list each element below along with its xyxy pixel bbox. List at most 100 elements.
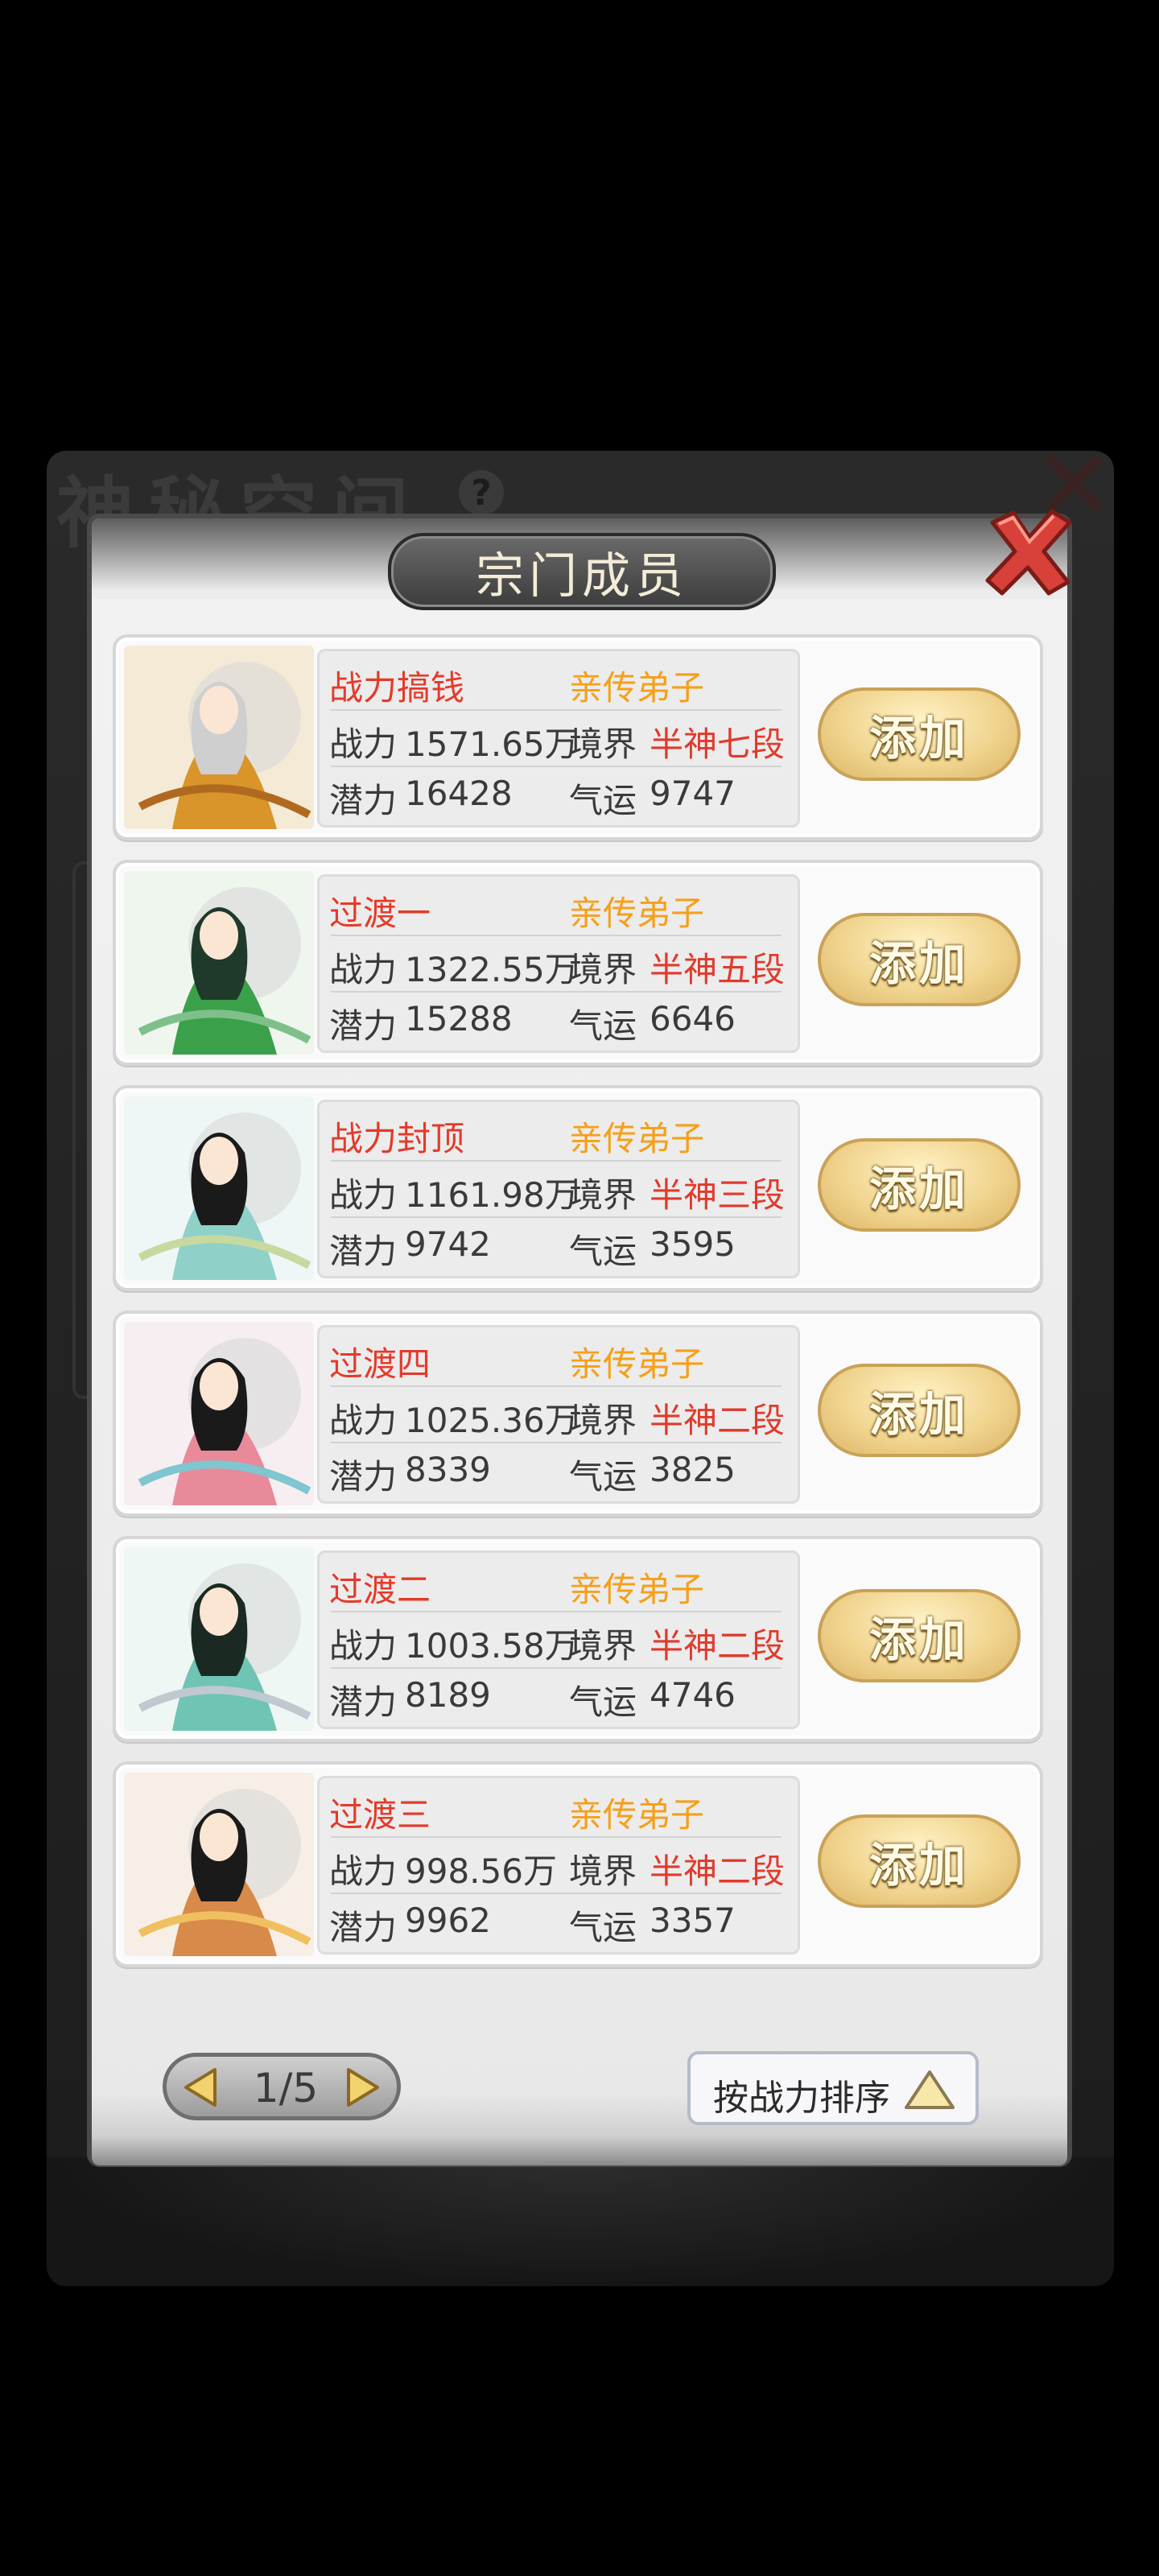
member-realm: 半神七段 <box>650 724 786 764</box>
member-realm: 半神二段 <box>650 1626 786 1666</box>
member-potential: 15288 <box>405 999 513 1038</box>
member-info-box: 战力封顶 亲传弟子 战力 1161.98万 境界 半神三段 潜力 9742 气运… <box>317 1100 800 1278</box>
member-power: 1025.36万 <box>405 1401 579 1440</box>
member-card: 过渡四 亲传弟子 战力 1025.36万 境界 半神二段 潜力 8339 气运 … <box>113 1311 1043 1517</box>
dialog-title-plate: 宗门成员 <box>388 533 776 610</box>
add-member-button[interactable]: 添加 <box>818 1589 1021 1682</box>
close-button[interactable] <box>980 504 1077 601</box>
member-luck: 3595 <box>650 1224 736 1264</box>
sort-label: 按战力排序 <box>713 2078 890 2119</box>
member-name: 战力搞钱 <box>329 668 465 708</box>
member-luck: 3825 <box>650 1450 736 1489</box>
member-info-box: 战力搞钱 亲传弟子 战力 1571.65万 境界 半神七段 潜力 16428 气… <box>317 649 800 828</box>
member-power: 998.56万 <box>405 1852 557 1891</box>
potential-label: 潜力 <box>329 1006 398 1046</box>
member-realm: 半神三段 <box>650 1175 786 1215</box>
add-button-label: 添加 <box>868 711 969 766</box>
member-realm: 半神二段 <box>650 1852 786 1891</box>
potential-label: 潜力 <box>329 1682 398 1722</box>
power-label: 战力 <box>329 1401 398 1440</box>
add-member-button[interactable]: 添加 <box>818 1364 1021 1457</box>
realm-label: 境界 <box>569 1626 637 1666</box>
realm-label: 境界 <box>569 724 637 764</box>
add-member-button[interactable]: 添加 <box>818 1814 1021 1908</box>
add-button-label: 添加 <box>868 1612 969 1667</box>
member-power: 1571.65万 <box>405 724 579 764</box>
member-rank: 亲传弟子 <box>569 1119 705 1158</box>
power-label: 战力 <box>329 1175 398 1215</box>
member-portrait <box>124 1322 314 1505</box>
luck-label: 气运 <box>569 1457 637 1496</box>
luck-label: 气运 <box>569 1682 637 1722</box>
add-button-label: 添加 <box>868 1387 969 1442</box>
member-luck: 4746 <box>650 1675 736 1715</box>
member-potential: 9962 <box>405 1901 491 1940</box>
member-rank: 亲传弟子 <box>569 1570 705 1609</box>
potential-label: 潜力 <box>329 1908 398 1947</box>
member-power: 1003.58万 <box>405 1626 579 1666</box>
member-card: 过渡三 亲传弟子 战力 998.56万 境界 半神二段 潜力 9962 气运 3… <box>113 1761 1043 1967</box>
member-luck: 6646 <box>650 999 736 1038</box>
member-potential: 9742 <box>405 1224 491 1264</box>
realm-label: 境界 <box>569 1175 637 1215</box>
realm-label: 境界 <box>569 950 637 989</box>
member-portrait <box>124 1096 314 1280</box>
help-icon: ? <box>459 470 504 515</box>
member-rank: 亲传弟子 <box>569 668 705 708</box>
member-rank: 亲传弟子 <box>569 1344 705 1384</box>
next-page-arrow-icon[interactable] <box>340 2065 386 2110</box>
member-potential: 8189 <box>405 1675 491 1715</box>
luck-label: 气运 <box>569 1006 637 1046</box>
potential-label: 潜力 <box>329 781 398 820</box>
add-member-button[interactable]: 添加 <box>818 1138 1021 1232</box>
member-name: 过渡一 <box>329 894 431 933</box>
add-button-label: 添加 <box>868 1162 969 1216</box>
member-portrait <box>124 1773 314 1956</box>
member-info-box: 过渡一 亲传弟子 战力 1322.55万 境界 半神五段 潜力 15288 气运… <box>317 874 800 1053</box>
member-card: 过渡一 亲传弟子 战力 1322.55万 境界 半神五段 潜力 15288 气运… <box>113 860 1043 1066</box>
background-bottom-decoration <box>47 2157 1114 2286</box>
member-power: 1322.55万 <box>405 950 579 989</box>
member-portrait <box>124 1547 314 1731</box>
luck-label: 气运 <box>569 1232 637 1271</box>
member-info-box: 过渡四 亲传弟子 战力 1025.36万 境界 半神二段 潜力 8339 气运 … <box>317 1325 800 1504</box>
member-name: 过渡三 <box>329 1795 431 1835</box>
power-label: 战力 <box>329 1852 398 1891</box>
sort-ascending-icon <box>905 2070 955 2109</box>
member-portrait <box>124 646 314 829</box>
realm-label: 境界 <box>569 1401 637 1440</box>
member-name: 战力封顶 <box>329 1119 465 1158</box>
member-rank: 亲传弟子 <box>569 894 705 933</box>
pagination-control: 1/5 <box>163 2053 401 2120</box>
add-member-button[interactable]: 添加 <box>818 913 1021 1006</box>
member-name: 过渡二 <box>329 1570 431 1609</box>
member-power: 1161.98万 <box>405 1175 579 1215</box>
member-potential: 8339 <box>405 1450 491 1489</box>
power-label: 战力 <box>329 724 398 764</box>
prev-page-arrow-icon[interactable] <box>178 2065 223 2110</box>
member-info-box: 过渡三 亲传弟子 战力 998.56万 境界 半神二段 潜力 9962 气运 3… <box>317 1776 800 1955</box>
add-member-button[interactable]: 添加 <box>818 687 1021 781</box>
power-label: 战力 <box>329 950 398 989</box>
member-luck: 9747 <box>650 774 736 813</box>
member-realm: 半神二段 <box>650 1401 786 1440</box>
add-button-label: 添加 <box>868 1838 969 1893</box>
member-card: 战力封顶 亲传弟子 战力 1161.98万 境界 半神三段 潜力 9742 气运… <box>113 1085 1043 1291</box>
member-info-box: 过渡二 亲传弟子 战力 1003.58万 境界 半神二段 潜力 8189 气运 … <box>317 1550 800 1729</box>
luck-label: 气运 <box>569 781 637 820</box>
member-realm: 半神五段 <box>650 950 786 989</box>
luck-label: 气运 <box>569 1908 637 1947</box>
member-name: 过渡四 <box>329 1344 431 1384</box>
member-card: 战力搞钱 亲传弟子 战力 1571.65万 境界 半神七段 潜力 16428 气… <box>113 634 1043 840</box>
close-icon <box>985 509 1072 596</box>
member-potential: 16428 <box>405 774 513 813</box>
member-rank: 亲传弟子 <box>569 1795 705 1835</box>
member-portrait <box>124 871 314 1055</box>
add-button-label: 添加 <box>868 936 969 991</box>
member-luck: 3357 <box>650 1901 736 1940</box>
power-label: 战力 <box>329 1626 398 1666</box>
member-card: 过渡二 亲传弟子 战力 1003.58万 境界 半神二段 潜力 8189 气运 … <box>113 1536 1043 1742</box>
sort-by-power-button[interactable]: 按战力排序 <box>687 2051 979 2125</box>
potential-label: 潜力 <box>329 1232 398 1271</box>
realm-label: 境界 <box>569 1852 637 1891</box>
